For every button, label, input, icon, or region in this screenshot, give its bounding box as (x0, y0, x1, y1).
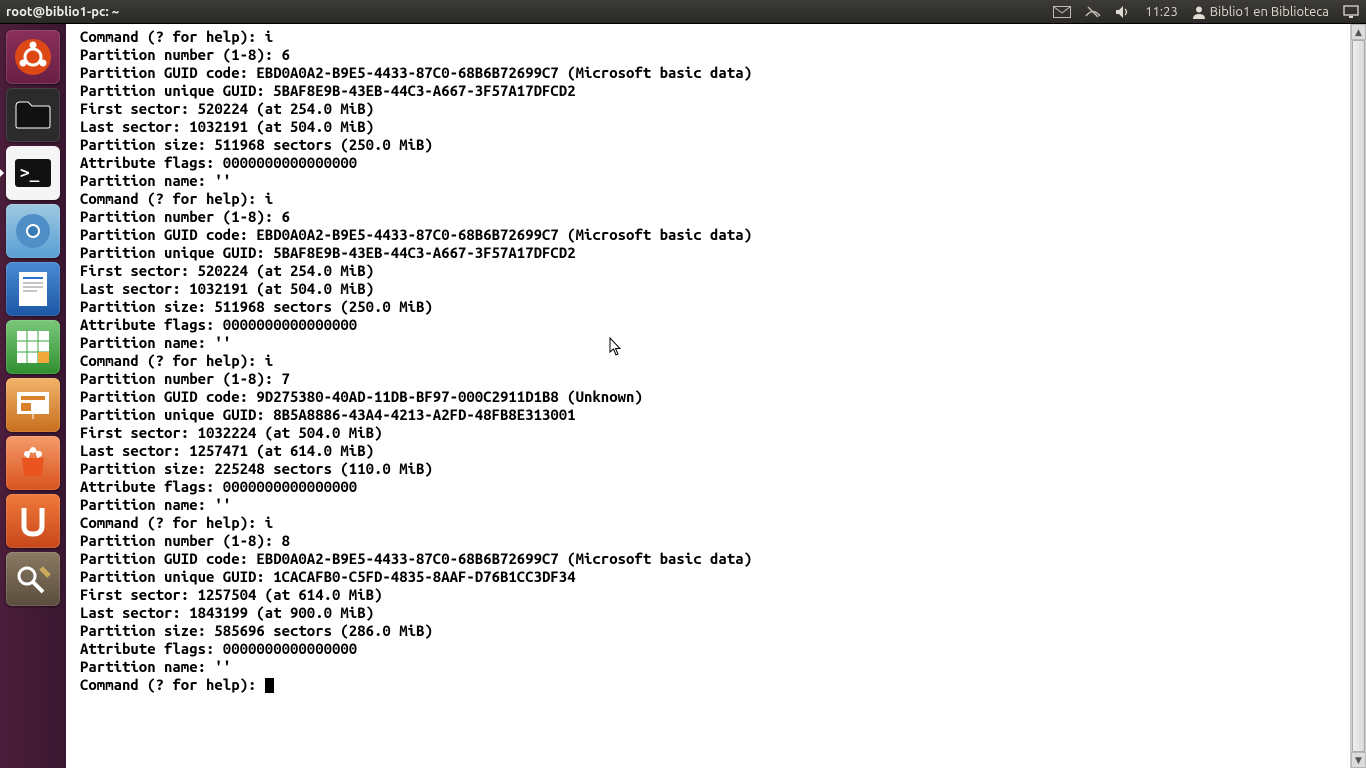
terminal-line: Partition size: 511968 sectors (250.0 Mi… (80, 298, 1350, 316)
magnifier-wrench-icon (15, 564, 51, 594)
terminal-line: First sector: 1032224 (at 504.0 MiB) (80, 424, 1350, 442)
user-label: Biblio1 en Biblioteca (1210, 5, 1329, 19)
terminal-line: Command (? for help): (80, 676, 1350, 694)
launcher-impress[interactable] (6, 378, 60, 432)
scroll-down-arrow[interactable]: ▼ (1351, 752, 1366, 768)
scroll-thumb[interactable] (1352, 40, 1365, 752)
ubuntu-one-icon (18, 504, 48, 538)
terminal-line: Last sector: 1032191 (at 504.0 MiB) (80, 118, 1350, 136)
launcher-dash[interactable] (6, 30, 60, 84)
terminal-line: Partition unique GUID: 1CACAFB0-C5FD-483… (80, 568, 1350, 586)
chromium-icon (14, 212, 52, 250)
mail-indicator[interactable] (1046, 0, 1078, 23)
terminal-line: Last sector: 1843199 (at 900.0 MiB) (80, 604, 1350, 622)
terminal-output[interactable]: Command (? for help): iPartition number … (66, 24, 1350, 768)
scroll-up-arrow[interactable]: ▲ (1351, 24, 1366, 40)
terminal-line: Command (? for help): i (80, 190, 1350, 208)
vertical-scrollbar[interactable]: ▲ ▼ (1350, 24, 1366, 768)
calc-icon (16, 330, 50, 364)
terminal-line: Partition GUID code: EBD0A0A2-B9E5-4433-… (80, 226, 1350, 244)
terminal-line: Partition number (1-8): 8 (80, 532, 1350, 550)
user-menu[interactable]: Biblio1 en Biblioteca (1185, 0, 1336, 23)
mail-icon (1053, 6, 1071, 18)
launcher-system-settings[interactable] (6, 552, 60, 606)
terminal-line: Attribute flags: 0000000000000000 (80, 316, 1350, 334)
terminal-line: Partition GUID code: EBD0A0A2-B9E5-4433-… (80, 64, 1350, 82)
terminal-line: Partition number (1-8): 6 (80, 46, 1350, 64)
network-disconnected-icon (1085, 5, 1101, 19)
monitor-icon (1343, 5, 1359, 19)
top-panel: root@biblio1-pc: ~ 11:23 Biblio1 en Bibl… (0, 0, 1366, 24)
terminal-line: Partition number (1-8): 6 (80, 208, 1350, 226)
terminal-line: Command (? for help): i (80, 352, 1350, 370)
launcher-terminal[interactable]: >_ (6, 146, 60, 200)
terminal-line: Last sector: 1257471 (at 614.0 MiB) (80, 442, 1350, 460)
scroll-track[interactable] (1351, 40, 1366, 752)
terminal-line: First sector: 1257504 (at 614.0 MiB) (80, 586, 1350, 604)
terminal-line: First sector: 520224 (at 254.0 MiB) (80, 100, 1350, 118)
shutdown-menu[interactable] (1336, 0, 1366, 23)
terminal-line: Partition name: '' (80, 172, 1350, 190)
terminal-line: Attribute flags: 0000000000000000 (80, 154, 1350, 172)
launcher-calc[interactable] (6, 320, 60, 374)
terminal-line: Partition unique GUID: 5BAF8E9B-43EB-44C… (80, 82, 1350, 100)
terminal-line: Command (? for help): i (80, 28, 1350, 46)
writer-icon (17, 270, 49, 308)
terminal-line: Partition number (1-8): 7 (80, 370, 1350, 388)
launcher-chromium[interactable] (6, 204, 60, 258)
terminal-window: Command (? for help): iPartition number … (66, 24, 1366, 768)
user-icon (1192, 5, 1206, 19)
shopping-bag-icon (16, 446, 50, 480)
terminal-line: Partition unique GUID: 8B5A8886-43A4-421… (80, 406, 1350, 424)
network-indicator[interactable] (1078, 0, 1108, 23)
terminal-line: Partition size: 511968 sectors (250.0 Mi… (80, 136, 1350, 154)
terminal-line: Partition unique GUID: 5BAF8E9B-43EB-44C… (80, 244, 1350, 262)
window-title: root@biblio1-pc: ~ (0, 5, 119, 19)
launcher-ubuntu-one[interactable] (6, 494, 60, 548)
launcher-writer[interactable] (6, 262, 60, 316)
speaker-icon (1115, 5, 1131, 19)
terminal-line: Attribute flags: 0000000000000000 (80, 640, 1350, 658)
folder-icon (14, 100, 52, 130)
unity-launcher: >_ (0, 24, 66, 768)
launcher-files[interactable] (6, 88, 60, 142)
svg-text:>_: >_ (20, 163, 40, 182)
terminal-line: Partition name: '' (80, 496, 1350, 514)
terminal-line: Partition name: '' (80, 658, 1350, 676)
impress-icon (15, 390, 51, 420)
terminal-line: Partition size: 585696 sectors (286.0 Mi… (80, 622, 1350, 640)
launcher-software-center[interactable] (6, 436, 60, 490)
terminal-icon: >_ (13, 157, 53, 189)
terminal-line: Partition size: 225248 sectors (110.0 Mi… (80, 460, 1350, 478)
terminal-line: Partition GUID code: EBD0A0A2-B9E5-4433-… (80, 550, 1350, 568)
terminal-line: Partition GUID code: 9D275380-40AD-11DB-… (80, 388, 1350, 406)
terminal-line: Command (? for help): i (80, 514, 1350, 532)
terminal-line: Partition name: '' (80, 334, 1350, 352)
terminal-line: Last sector: 1032191 (at 504.0 MiB) (80, 280, 1350, 298)
terminal-line: Attribute flags: 0000000000000000 (80, 478, 1350, 496)
clock[interactable]: 11:23 (1138, 0, 1185, 23)
sound-indicator[interactable] (1108, 0, 1138, 23)
terminal-line: First sector: 520224 (at 254.0 MiB) (80, 262, 1350, 280)
terminal-cursor (265, 678, 274, 693)
ubuntu-logo-icon (13, 37, 53, 77)
